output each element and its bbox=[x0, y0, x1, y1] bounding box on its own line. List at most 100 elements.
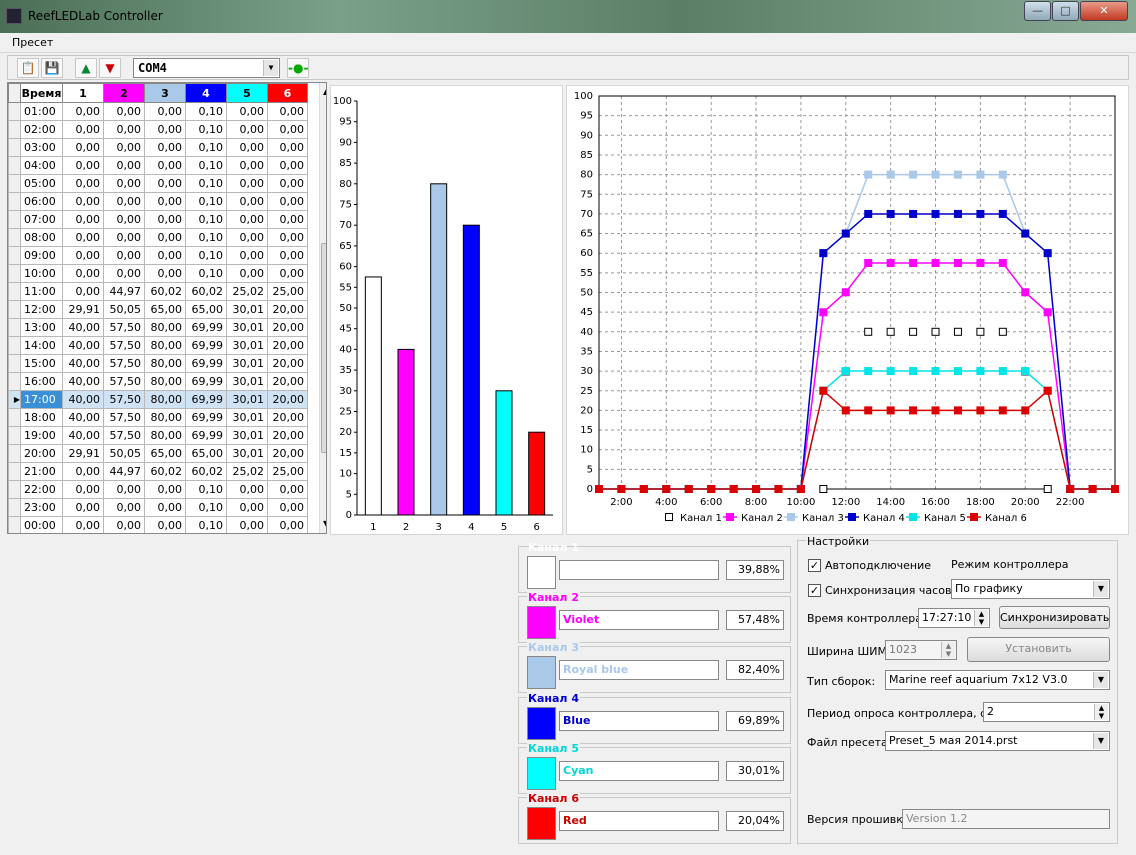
spinner-icon[interactable]: ▲ ▼ bbox=[1094, 704, 1108, 720]
scroll-down-icon[interactable]: ▼ bbox=[323, 519, 326, 528]
value-cell[interactable]: 0,00 bbox=[226, 174, 268, 193]
row-selector[interactable] bbox=[8, 174, 21, 193]
value-cell[interactable]: 0,10 bbox=[185, 264, 227, 283]
table-row[interactable]: 14:00 40,00 57,50 80,00 69,99 30,01 20,00 bbox=[8, 336, 308, 355]
time-cell[interactable]: 12:00 bbox=[20, 300, 63, 319]
value-cell[interactable]: 57,50 bbox=[103, 372, 145, 391]
value-cell[interactable]: 0,00 bbox=[62, 228, 104, 247]
column-header[interactable]: 3 bbox=[144, 83, 186, 103]
value-cell[interactable]: 25,00 bbox=[267, 282, 308, 301]
value-cell[interactable]: 20,00 bbox=[267, 426, 308, 445]
spinner-icon[interactable]: ▲ ▼ bbox=[974, 610, 988, 626]
value-cell[interactable]: 30,01 bbox=[226, 426, 268, 445]
value-cell[interactable]: 0,00 bbox=[267, 120, 308, 139]
row-selector[interactable] bbox=[8, 102, 21, 121]
table-row[interactable]: 16:00 40,00 57,50 80,00 69,99 30,01 20,00 bbox=[8, 372, 308, 391]
value-cell[interactable]: 0,00 bbox=[144, 192, 186, 211]
time-cell[interactable]: 03:00 bbox=[20, 138, 63, 157]
value-cell[interactable]: 0,10 bbox=[185, 480, 227, 499]
table-row[interactable]: 18:00 40,00 57,50 80,00 69,99 30,01 20,00 bbox=[8, 408, 308, 427]
maximize-button[interactable]: □ bbox=[1052, 1, 1079, 21]
time-cell[interactable]: 22:00 bbox=[20, 480, 63, 499]
time-cell[interactable]: 23:00 bbox=[20, 498, 63, 517]
value-cell[interactable]: 29,91 bbox=[62, 444, 104, 463]
value-cell[interactable]: 0,00 bbox=[226, 228, 268, 247]
value-cell[interactable]: 0,00 bbox=[267, 210, 308, 229]
value-cell[interactable]: 0,00 bbox=[226, 120, 268, 139]
time-cell[interactable]: 05:00 bbox=[20, 174, 63, 193]
com-port-select[interactable]: COM4 ▼ bbox=[133, 58, 280, 78]
value-cell[interactable]: 20,00 bbox=[267, 318, 308, 337]
value-cell[interactable]: 20,00 bbox=[267, 444, 308, 463]
preset-select[interactable]: Preset_5 мая 2014.prst ▼ bbox=[885, 731, 1110, 751]
value-cell[interactable]: 25,02 bbox=[226, 282, 268, 301]
time-cell[interactable]: 20:00 bbox=[20, 444, 63, 463]
value-cell[interactable]: 0,10 bbox=[185, 138, 227, 157]
value-cell[interactable]: 0,00 bbox=[226, 192, 268, 211]
table-row[interactable]: ▶ 17:00 40,00 57,50 80,00 69,99 30,01 20,00 bbox=[8, 390, 308, 409]
value-cell[interactable]: 0,00 bbox=[103, 264, 145, 283]
value-cell[interactable]: 0,00 bbox=[62, 462, 104, 481]
value-cell[interactable]: 0,00 bbox=[226, 498, 268, 517]
value-cell[interactable]: 0,00 bbox=[62, 516, 104, 533]
value-cell[interactable]: 0,00 bbox=[62, 480, 104, 499]
channel-name-field[interactable]: Red bbox=[559, 811, 719, 831]
value-cell[interactable]: 20,00 bbox=[267, 336, 308, 355]
table-row[interactable]: 19:00 40,00 57,50 80,00 69,99 30,01 20,00 bbox=[8, 426, 308, 445]
value-cell[interactable]: 60,02 bbox=[185, 462, 227, 481]
value-cell[interactable]: 0,00 bbox=[226, 480, 268, 499]
value-cell[interactable]: 50,05 bbox=[103, 444, 145, 463]
value-cell[interactable]: 30,01 bbox=[226, 372, 268, 391]
value-cell[interactable]: 0,00 bbox=[62, 210, 104, 229]
paste-icon[interactable]: 📋 bbox=[17, 58, 39, 78]
value-cell[interactable]: 0,00 bbox=[103, 120, 145, 139]
time-cell[interactable]: 04:00 bbox=[20, 156, 63, 175]
row-selector[interactable] bbox=[8, 228, 21, 247]
value-cell[interactable]: 80,00 bbox=[144, 336, 186, 355]
value-cell[interactable]: 50,05 bbox=[103, 300, 145, 319]
value-cell[interactable]: 0,00 bbox=[103, 192, 145, 211]
time-cell[interactable]: 08:00 bbox=[20, 228, 63, 247]
value-cell[interactable]: 0,00 bbox=[103, 102, 145, 121]
row-selector[interactable] bbox=[8, 444, 21, 463]
value-cell[interactable]: 0,00 bbox=[144, 210, 186, 229]
value-cell[interactable]: 0,00 bbox=[226, 156, 268, 175]
value-cell[interactable]: 0,00 bbox=[267, 174, 308, 193]
value-cell[interactable]: 0,00 bbox=[144, 516, 186, 533]
row-selector[interactable] bbox=[8, 480, 21, 499]
value-cell[interactable]: 30,01 bbox=[226, 300, 268, 319]
value-cell[interactable]: 0,00 bbox=[62, 264, 104, 283]
value-cell[interactable]: 65,00 bbox=[185, 444, 227, 463]
value-cell[interactable]: 0,00 bbox=[103, 210, 145, 229]
value-cell[interactable]: 0,10 bbox=[185, 498, 227, 517]
channel-color-swatch[interactable] bbox=[527, 807, 556, 840]
value-cell[interactable]: 0,10 bbox=[185, 246, 227, 265]
value-cell[interactable]: 65,00 bbox=[144, 444, 186, 463]
time-cell[interactable]: 14:00 bbox=[20, 336, 63, 355]
sync-clock-checkbox[interactable]: ✓ bbox=[808, 584, 821, 597]
value-cell[interactable]: 0,10 bbox=[185, 102, 227, 121]
value-cell[interactable]: 0,00 bbox=[226, 102, 268, 121]
value-cell[interactable]: 0,00 bbox=[267, 228, 308, 247]
channel-color-swatch[interactable] bbox=[527, 556, 556, 589]
connect-icon[interactable]: -●- bbox=[287, 58, 309, 78]
table-row[interactable]: 15:00 40,00 57,50 80,00 69,99 30,01 20,00 bbox=[8, 354, 308, 373]
row-selector[interactable]: ▶ bbox=[8, 390, 21, 409]
scroll-thumb[interactable] bbox=[321, 243, 326, 453]
save-icon[interactable]: 💾 bbox=[41, 58, 63, 78]
value-cell[interactable]: 0,00 bbox=[103, 480, 145, 499]
row-selector[interactable] bbox=[8, 372, 21, 391]
value-cell[interactable]: 69,99 bbox=[185, 372, 227, 391]
channel-color-swatch[interactable] bbox=[527, 656, 556, 690]
time-cell[interactable]: 18:00 bbox=[20, 408, 63, 427]
value-cell[interactable]: 40,00 bbox=[62, 426, 104, 445]
table-row[interactable]: 02:00 0,00 0,00 0,00 0,10 0,00 0,00 bbox=[8, 120, 308, 139]
value-cell[interactable]: 0,00 bbox=[62, 156, 104, 175]
value-cell[interactable]: 0,10 bbox=[185, 516, 227, 533]
value-cell[interactable]: 0,00 bbox=[62, 120, 104, 139]
value-cell[interactable]: 0,00 bbox=[267, 498, 308, 517]
table-row[interactable]: 20:00 29,91 50,05 65,00 65,00 30,01 20,00 bbox=[8, 444, 308, 463]
table-row[interactable]: 04:00 0,00 0,00 0,00 0,10 0,00 0,00 bbox=[8, 156, 308, 175]
value-cell[interactable]: 80,00 bbox=[144, 426, 186, 445]
time-cell[interactable]: 19:00 bbox=[20, 426, 63, 445]
